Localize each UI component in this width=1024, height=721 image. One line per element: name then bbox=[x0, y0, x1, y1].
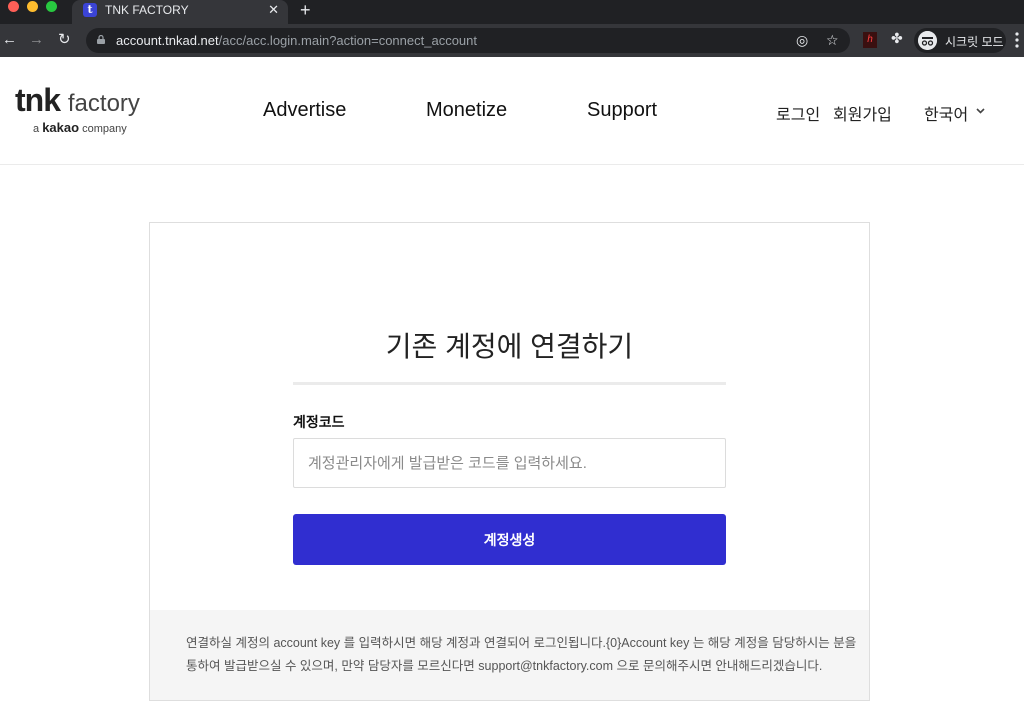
new-tab-icon[interactable]: + bbox=[300, 0, 311, 20]
more-menu-icon[interactable] bbox=[1015, 32, 1019, 48]
url-path: /acc/acc.login.main?action=connect_accou… bbox=[218, 33, 477, 48]
connect-account-card: 기존 계정에 연결하기 계정코드 계정생성 연결하실 계정의 account k… bbox=[149, 222, 870, 701]
browser-toolbar: ← → ↻ account.tnkad.net/acc/acc.login.ma… bbox=[0, 24, 1024, 57]
close-tab-icon[interactable]: ✕ bbox=[268, 2, 279, 18]
reload-icon[interactable]: ↻ bbox=[58, 30, 71, 50]
star-icon[interactable]: ☆ bbox=[826, 32, 839, 49]
language-select[interactable]: 한국어 bbox=[924, 101, 968, 125]
lock-icon bbox=[97, 35, 105, 44]
incognito-icon bbox=[918, 31, 937, 50]
nav-monetize[interactable]: Monetize bbox=[426, 99, 507, 122]
back-arrow-icon[interactable]: ← bbox=[2, 30, 17, 50]
extension-h-icon[interactable]: h bbox=[863, 32, 877, 48]
address-bar[interactable]: account.tnkad.net/acc/acc.login.main?act… bbox=[86, 28, 850, 53]
chevron-down-icon[interactable] bbox=[976, 106, 985, 115]
logo-sub-suffix: company bbox=[82, 123, 127, 135]
logo-light: factory bbox=[67, 90, 140, 117]
login-link[interactable]: 로그인 bbox=[776, 101, 820, 125]
url-host: account.tnkad.net bbox=[116, 33, 219, 48]
forward-arrow-icon[interactable]: → bbox=[29, 30, 44, 50]
help-text-line2: 통하여 발급받으실 수 있으며, 만약 담당자를 모르신다면 support@t… bbox=[186, 659, 823, 673]
account-code-label: 계정코드 bbox=[293, 414, 345, 430]
favicon-icon: t bbox=[83, 3, 97, 17]
tnk-factory-logo[interactable]: tnk factory a kakao company bbox=[15, 83, 140, 135]
url-text: account.tnkad.net/acc/acc.login.main?act… bbox=[116, 33, 477, 48]
window-minimize-button[interactable] bbox=[27, 1, 38, 12]
logo-bold: tnk bbox=[15, 82, 61, 118]
browser-tab[interactable]: t TNK FACTORY ✕ bbox=[72, 0, 288, 24]
help-notice: 연결하실 계정의 account key 를 입력하시면 해당 계정과 연결되어… bbox=[150, 610, 869, 700]
browser-tab-bar: t TNK FACTORY ✕ + bbox=[0, 0, 1024, 24]
logo-sub-brand: kakao bbox=[42, 120, 80, 135]
incognito-label: 시크릿 모드 bbox=[945, 35, 1004, 49]
logo-wordmark: tnk factory bbox=[15, 83, 140, 121]
help-text-line1: 연결하실 계정의 account key 를 입력하시면 해당 계정과 연결되어… bbox=[186, 636, 857, 650]
create-account-button[interactable]: 계정생성 bbox=[293, 514, 726, 565]
account-code-input[interactable] bbox=[293, 438, 726, 488]
incognito-badge[interactable]: 시크릿 모드 bbox=[914, 28, 1006, 53]
site-header: tnk factory a kakao company Advertise Mo… bbox=[0, 57, 1024, 165]
nav-support[interactable]: Support bbox=[587, 99, 657, 122]
logo-tagline: a kakao company bbox=[33, 120, 140, 135]
signup-link[interactable]: 회원가입 bbox=[833, 101, 892, 125]
window-close-button[interactable] bbox=[8, 1, 19, 12]
nav-advertise[interactable]: Advertise bbox=[263, 99, 346, 122]
window-maximize-button[interactable] bbox=[46, 1, 57, 12]
page-title: 기존 계정에 연결하기 bbox=[385, 331, 634, 362]
tab-title: TNK FACTORY bbox=[105, 3, 189, 17]
logo-sub-prefix: a bbox=[33, 123, 40, 135]
title-divider bbox=[293, 382, 726, 385]
eye-off-icon[interactable]: ◎ bbox=[796, 32, 808, 49]
puzzle-icon[interactable]: ✤ bbox=[891, 30, 903, 47]
